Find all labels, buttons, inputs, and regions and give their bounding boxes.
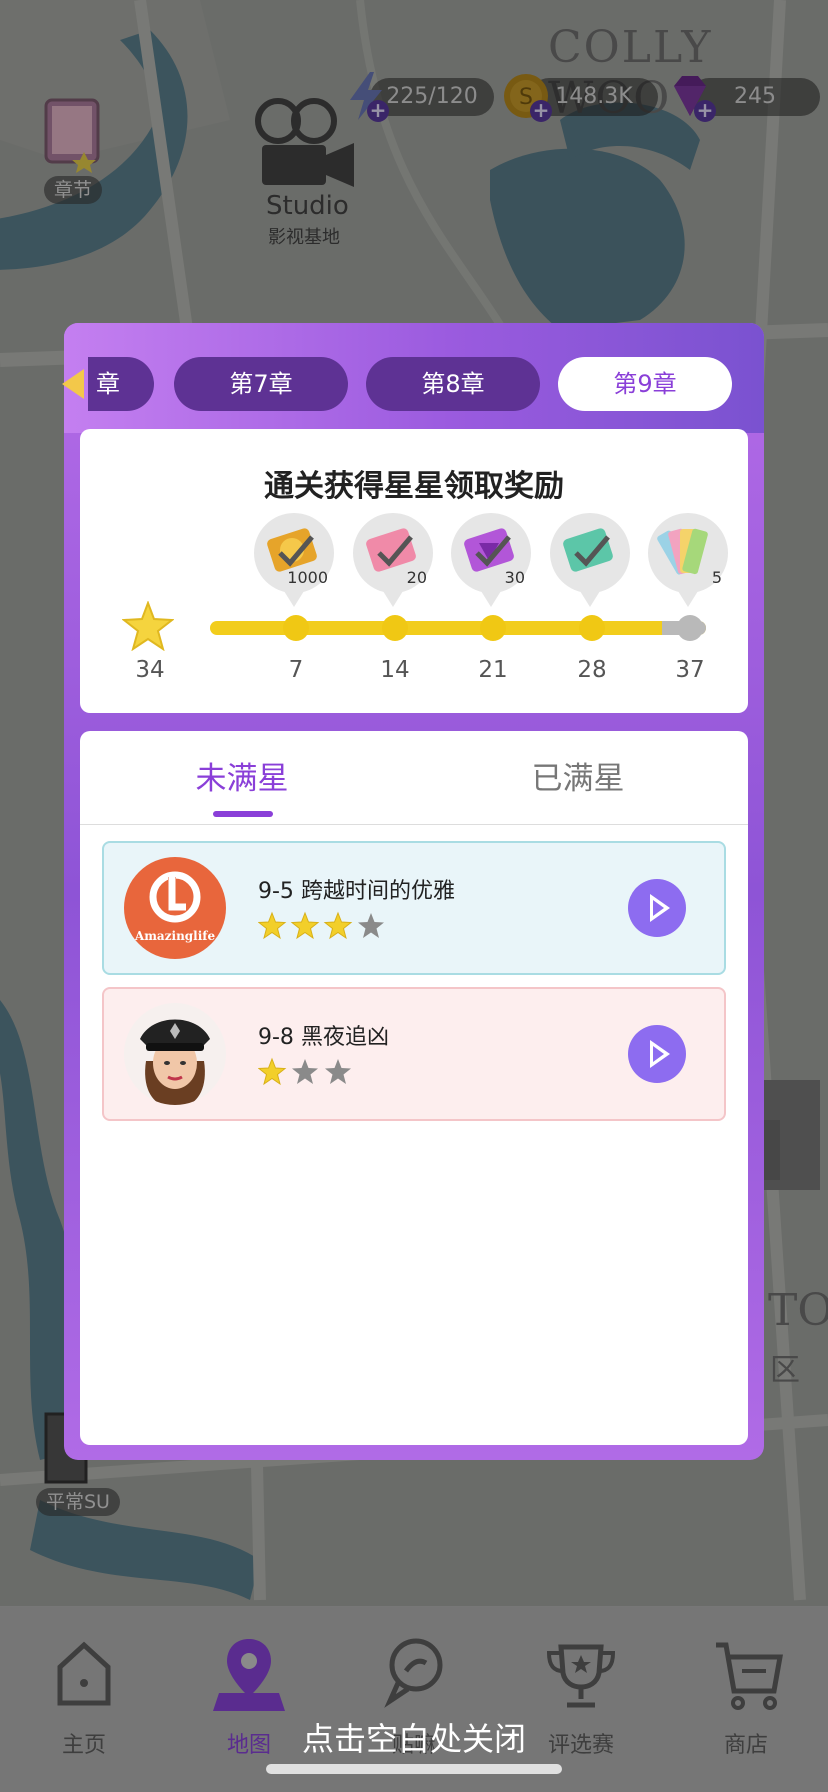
milestone-node-3 [480, 615, 506, 641]
reward-amount-1: 1000 [287, 568, 328, 587]
tab-finished[interactable]: 已满星 [428, 753, 728, 798]
play-button[interactable] [628, 879, 686, 937]
reward-bubble-2[interactable]: 20 [353, 513, 433, 607]
milestone-node-4 [579, 615, 605, 641]
reward-bubble-3[interactable]: 30 [451, 513, 531, 607]
milestone-node-5 [677, 615, 703, 641]
level-list-card: 未满星 已满星 Amazinglife 9-5 跨越时间的优雅 9-8 黑夜追凶 [80, 731, 748, 1445]
scroll-left-arrow-icon[interactable] [62, 369, 84, 399]
star-empty-icon [358, 913, 384, 938]
green-ticket-icon [563, 528, 613, 572]
milestone-label-2: 14 [380, 657, 410, 683]
milestone-label-5: 37 [675, 657, 705, 683]
star-empty-icon [292, 1059, 318, 1084]
chapter-tabs: 章 第7章 第8章 第9章 [62, 357, 764, 413]
level-stars [257, 911, 388, 943]
milestone-label-1: 7 [288, 657, 304, 683]
nav-item-contest[interactable]: 评选赛 [521, 1627, 641, 1758]
level-title: 9-5 跨越时间的优雅 [258, 873, 455, 905]
reward-title: 通关获得星星领取奖励 [264, 469, 564, 504]
chapter-stars-panel: 章 第7章 第8章 第9章 通关获得星星领取奖励 34 1000 7 20 14… [62, 323, 764, 1460]
level-row[interactable]: Amazinglife 9-5 跨越时间的优雅 [102, 841, 726, 975]
reward-amount-5: 5 [711, 568, 722, 587]
chapter-tab-8[interactable]: 第8章 [366, 357, 540, 411]
milestone-node-2 [382, 615, 408, 641]
tab-unfinished[interactable]: 未满星 [92, 753, 392, 798]
chat-icon [384, 1638, 443, 1708]
trophy-icon [546, 1644, 616, 1708]
home-indicator[interactable] [266, 1764, 562, 1774]
map-pin-icon [213, 1639, 285, 1711]
level-row[interactable]: 9-8 黑夜追凶 [102, 987, 726, 1121]
cart-icon [716, 1642, 783, 1710]
level-title: 9-8 黑夜追凶 [258, 1019, 389, 1051]
reward-amount-2: 20 [406, 568, 427, 587]
chapter-tab-prev-label: 章 [96, 370, 120, 398]
amazinglife-logo-text: Amazinglife [134, 929, 216, 943]
current-stars-count: 34 [135, 657, 165, 683]
play-button[interactable] [628, 1025, 686, 1083]
nav-item-home[interactable]: 主页 [24, 1627, 144, 1758]
milestone-label-4: 28 [577, 657, 607, 683]
reward-bubble-1[interactable]: 1000 [254, 513, 334, 607]
level-name: 黑夜追凶 [300, 1025, 389, 1050]
level-avatar-amazinglife: Amazinglife [124, 857, 226, 959]
close-hint[interactable]: 点击空白处关闭 [0, 1714, 828, 1760]
tab-divider [80, 824, 748, 825]
star-filled-icon [290, 911, 320, 940]
reward-bubble-5[interactable]: 5 [648, 513, 728, 607]
milestone-node-1 [283, 615, 309, 641]
chapter-tab-prev[interactable]: 章 [88, 357, 154, 411]
reward-amount-3: 30 [504, 568, 525, 587]
star-filled-icon [257, 911, 287, 940]
star-empty-icon [325, 1059, 351, 1084]
level-stars [257, 1057, 358, 1089]
star-icon [122, 601, 174, 651]
level-avatar-officer [124, 1003, 226, 1105]
level-code: 9-5 [258, 879, 294, 904]
milestone-label-3: 21 [478, 657, 508, 683]
nav-item-map[interactable]: 地图 [189, 1627, 309, 1758]
level-code: 9-8 [258, 1025, 294, 1050]
nav-item-shop[interactable]: 商店 [686, 1627, 806, 1758]
star-filled-icon [323, 911, 353, 940]
active-tab-underline [213, 811, 273, 817]
amazinglife-logo-icon [149, 871, 201, 923]
level-name: 跨越时间的优雅 [300, 879, 455, 904]
star-reward-card: 通关获得星星领取奖励 34 1000 7 20 14 30 21 28 5 37 [80, 429, 748, 713]
home-icon [57, 1641, 111, 1706]
star-filled-icon [257, 1057, 287, 1086]
nav-item-posts[interactable]: 贴嘛 [354, 1627, 474, 1758]
reward-bubble-4[interactable] [550, 513, 630, 607]
chapter-tab-9[interactable]: 第9章 [558, 357, 732, 411]
chapter-tab-7[interactable]: 第7章 [174, 357, 348, 411]
officer-portrait-icon [140, 1019, 210, 1105]
